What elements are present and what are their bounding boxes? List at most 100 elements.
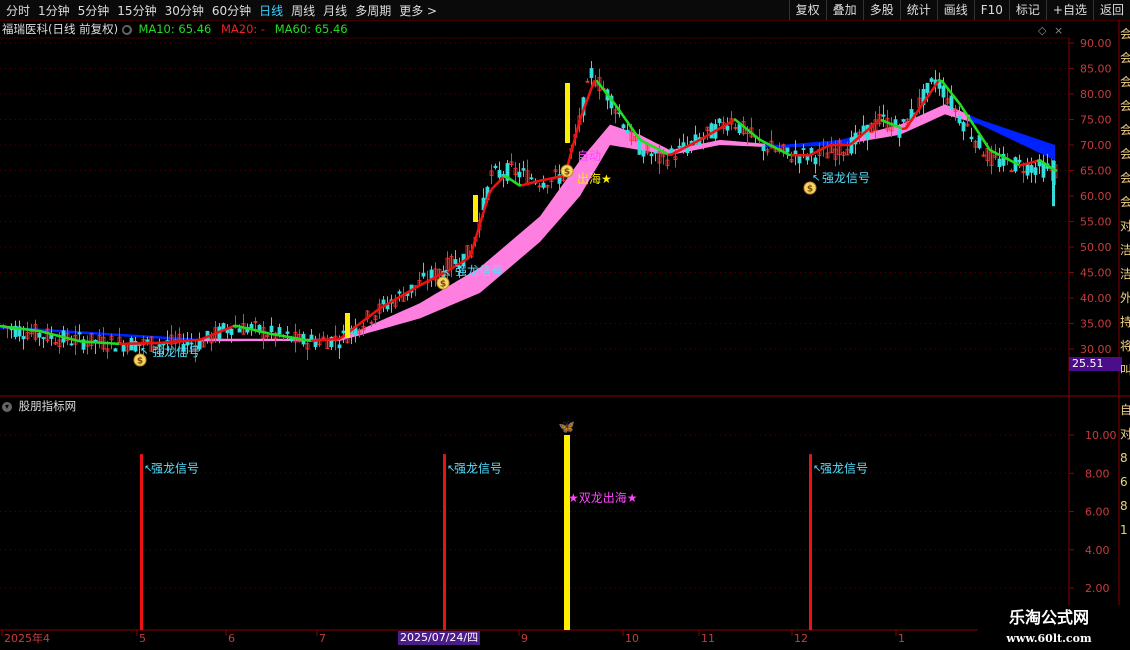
ma-line-segment (196, 338, 203, 342)
ma-band-segment (335, 338, 340, 341)
candle-body (469, 250, 474, 258)
candle-body (181, 343, 186, 352)
ma-line-segment (463, 257, 470, 262)
candle-body (97, 335, 102, 344)
action-button-2[interactable]: 多股 (862, 0, 900, 20)
ma-line-segment (226, 325, 233, 330)
ma-band-segment (730, 140, 735, 146)
candle-body (937, 80, 942, 89)
action-button-1[interactable]: 叠加 (825, 0, 863, 20)
period-tab-10[interactable]: 更多 > (395, 2, 441, 19)
ma-band-segment (710, 140, 715, 148)
ma-line-segment (649, 144, 656, 149)
action-button-0[interactable]: 复权 (788, 0, 826, 20)
ma-line-segment (889, 122, 896, 127)
candle-body (605, 89, 610, 101)
period-tab-4[interactable]: 30分钟 (161, 2, 208, 19)
period-tab-0[interactable]: 分时 (2, 2, 34, 19)
candle-body (725, 125, 730, 131)
candle-body (1, 324, 6, 328)
ma-line-segment (499, 175, 506, 181)
ma-band-segment (815, 141, 820, 147)
candle-body (465, 245, 470, 259)
candle-body (857, 131, 862, 138)
ma-line-segment (343, 331, 350, 337)
action-button-4[interactable]: 画线 (936, 0, 974, 20)
candle-body (525, 170, 530, 185)
period-tab-3[interactable]: 15分钟 (113, 2, 160, 19)
action-button-5[interactable]: F10 (973, 0, 1009, 20)
ma-band-segment (795, 143, 800, 147)
ma-band-segment (870, 130, 875, 140)
signal-bar (473, 195, 478, 222)
candle-body (873, 119, 878, 131)
candle-body (25, 332, 30, 339)
ma-line-segment (934, 78, 941, 86)
ma-line-segment (892, 123, 899, 128)
period-tab-5[interactable]: 60分钟 (208, 2, 255, 19)
ma-band-segment (725, 140, 730, 146)
candle-body (489, 170, 494, 176)
ma-line-segment (289, 336, 296, 340)
candle-body (29, 331, 34, 335)
ma-line-segment (244, 326, 251, 331)
ma-band-segment (190, 338, 195, 342)
collapse-icon[interactable]: ▾ (2, 401, 12, 412)
candle-body (849, 137, 854, 154)
ma-band-segment (365, 325, 370, 334)
period-tab-1[interactable]: 1分钟 (34, 2, 74, 19)
candle-body (657, 150, 662, 164)
candle-body (41, 337, 46, 340)
ma-band-segment (200, 338, 205, 342)
right-strip-char: 会 (1120, 51, 1130, 65)
period-tab-2[interactable]: 5分钟 (74, 2, 114, 19)
candle-body (721, 122, 726, 129)
ma-band-segment (920, 113, 925, 126)
crosshair-date-tag: 2025/07/24/四 (398, 631, 481, 645)
ma-line-segment (739, 123, 746, 129)
ma-line-segment (901, 126, 908, 131)
right-info-strip-bottom: 自对 8 6 8 1 (1120, 398, 1130, 542)
ma-line-segment (658, 148, 665, 153)
candle-body (717, 118, 722, 123)
candle-body (269, 325, 274, 332)
candle-body (637, 138, 642, 155)
period-tab-8[interactable]: 月线 (319, 2, 351, 19)
ma-band-segment (860, 133, 865, 142)
action-button-6[interactable]: 标记 (1008, 0, 1046, 20)
candle-body (589, 68, 594, 78)
ma-line-segment (700, 135, 707, 140)
ma-band-segment (360, 327, 365, 336)
ma-line-segment (589, 80, 596, 91)
candle-body (941, 85, 946, 98)
action-button-3[interactable]: 统计 (899, 0, 937, 20)
settings-dot-icon[interactable]: ● (121, 24, 132, 35)
x-tick-label: 11 (701, 632, 715, 645)
candle-body (105, 348, 110, 352)
ma-band-segment (530, 220, 535, 251)
ma-band-segment (985, 121, 990, 130)
ma-band-segment (720, 139, 725, 146)
candle-body (49, 334, 54, 339)
period-tab-9[interactable]: 多周期 (351, 2, 395, 19)
ma-band-segment (215, 338, 220, 342)
action-button-7[interactable]: +自选 (1045, 0, 1093, 20)
ma-line-segment (568, 144, 575, 159)
candle-body (317, 339, 322, 346)
candle-body (77, 332, 82, 335)
candle-body (149, 336, 154, 352)
ma-line-segment (280, 334, 287, 338)
ma-band-segment (440, 288, 445, 310)
ma-line-segment (511, 179, 518, 185)
kline-chart[interactable]: 90.00 85.00 80.00 75.00 70.00 65.00 60.00 55.00… (0, 0, 1130, 650)
ma-line-segment (205, 334, 212, 339)
period-tab-7[interactable]: 周线 (287, 2, 319, 19)
action-button-8[interactable]: 返回 (1092, 0, 1130, 20)
ma-line-segment (496, 178, 503, 184)
ma-band-segment (300, 338, 305, 341)
ma-line-segment (478, 212, 485, 226)
ma-band-segment (615, 126, 620, 147)
ma-band-segment (525, 224, 530, 255)
ma-line-segment (637, 137, 644, 143)
period-tab-6[interactable]: 日线 (255, 2, 287, 19)
